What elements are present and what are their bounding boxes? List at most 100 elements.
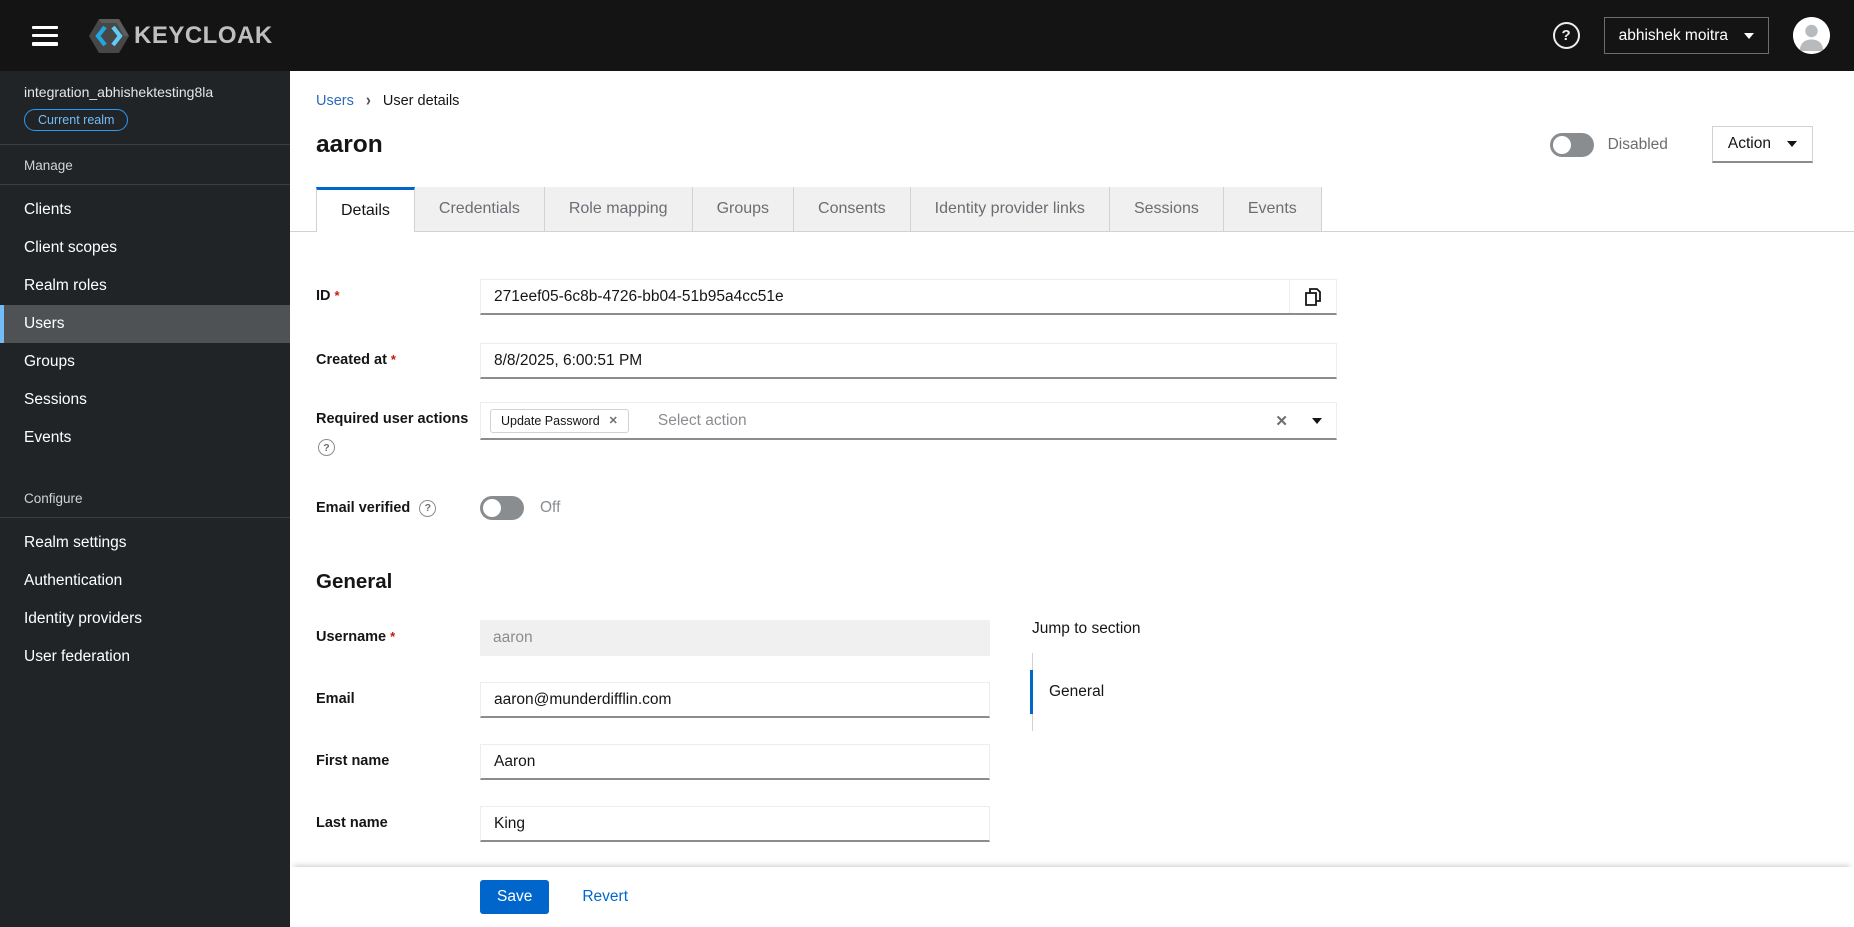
username-label: Username * (316, 629, 396, 645)
general-form: Username * aaron Email aaron@munderdiffli… (316, 620, 990, 904)
jump-nav: General (1030, 653, 1141, 731)
tab-credentials[interactable]: Credentials (414, 187, 545, 232)
chip-close-icon[interactable]: ✕ (609, 414, 618, 427)
manage-nav: Clients Client scopes Realm roles Users … (0, 185, 290, 459)
action-dropdown[interactable]: Action (1711, 126, 1813, 163)
tab-role-mapping[interactable]: Role mapping (544, 187, 693, 232)
revert-button[interactable]: Revert (582, 888, 628, 906)
sidebar-item-authentication[interactable]: Authentication (0, 562, 290, 600)
breadcrumb-current: User details (382, 92, 460, 109)
email-input[interactable]: aaron@munderdifflin.com (480, 682, 990, 718)
sidebar-item-identity-providers[interactable]: Identity providers (0, 600, 290, 638)
first-name-input[interactable]: Aaron (480, 744, 990, 780)
brand-name: KEYCLOAK (134, 21, 273, 49)
id-field-row: ID * 271eef05-6c8b-4726-bb04-51b95a4cc51e (316, 279, 1854, 315)
topbar: KEYCLOAK ? abhishek moitra (0, 0, 1854, 71)
sidebar-section-configure: Configure (24, 491, 83, 506)
help-icon[interactable]: ? (419, 499, 437, 517)
required-marker: * (334, 288, 340, 303)
details-form: ID * 271eef05-6c8b-4726-bb04-51b95a4cc51e… (290, 279, 1854, 520)
update-password-chip: Update Password ✕ (490, 408, 629, 433)
tab-identity-provider-links[interactable]: Identity provider links (910, 187, 1110, 232)
enabled-toggle[interactable] (1549, 132, 1594, 157)
id-value: 271eef05-6c8b-4726-bb04-51b95a4cc51e (494, 287, 784, 305)
username-row: Username * aaron (316, 620, 990, 656)
realm-block: integration_abhishektesting8la Current r… (0, 71, 290, 144)
sidebar-item-client-scopes[interactable]: Client scopes (0, 229, 290, 267)
user-menu-dropdown[interactable]: abhishek moitra (1603, 17, 1769, 54)
id-label: ID * (316, 288, 340, 304)
required-marker: * (390, 352, 396, 367)
save-button[interactable]: Save (480, 880, 550, 914)
chevron-down-icon[interactable] (1312, 417, 1322, 424)
last-name-row: Last name King (316, 806, 990, 842)
help-icon[interactable]: ? (1552, 22, 1580, 49)
last-name-input[interactable]: King (480, 806, 990, 842)
jump-to-section: Jump to section General (1030, 620, 1141, 904)
chevron-down-icon (1787, 141, 1797, 147)
hamburger-menu-icon[interactable] (32, 25, 58, 46)
enabled-toggle-label: Disabled (1607, 135, 1668, 153)
avatar[interactable] (1793, 17, 1830, 54)
email-verified-label: Email verified ? (316, 499, 480, 517)
sidebar-section-manage: Manage (24, 158, 73, 173)
page-title: aaron (316, 130, 383, 158)
last-name-label: Last name (316, 815, 388, 831)
realm-name: integration_abhishektesting8la (24, 84, 214, 100)
sidebar-item-clients[interactable]: Clients (0, 191, 290, 229)
required-user-actions-select[interactable]: Update Password ✕ Select action ✕ (480, 402, 1337, 440)
action-dropdown-label: Action (1727, 135, 1771, 152)
general-section: Username * aaron Email aaron@munderdiffli… (290, 620, 1854, 904)
tab-groups[interactable]: Groups (692, 187, 795, 232)
id-input[interactable]: 271eef05-6c8b-4726-bb04-51b95a4cc51e (480, 279, 1337, 315)
created-at-label: Created at * (316, 352, 396, 368)
chip-label: Update Password (501, 413, 600, 428)
current-realm-badge[interactable]: Current realm (24, 109, 129, 131)
keycloak-logo: KEYCLOAK (88, 18, 273, 54)
jump-to-section-heading: Jump to section (1032, 620, 1141, 637)
email-verified-toggle[interactable] (480, 496, 524, 520)
help-icon[interactable]: ? (318, 439, 335, 456)
chevron-down-icon (1744, 32, 1754, 39)
clear-selection-icon[interactable]: ✕ (1275, 412, 1288, 430)
first-name-row: First name Aaron (316, 744, 990, 780)
username-input: aaron (480, 620, 990, 656)
tab-consents[interactable]: Consents (794, 187, 911, 232)
topbar-right: ? abhishek moitra (1552, 17, 1830, 54)
first-name-label: First name (316, 753, 390, 769)
tab-bar-trail (1321, 187, 1854, 232)
copy-icon[interactable] (1289, 280, 1336, 313)
sidebar-item-realm-roles[interactable]: Realm roles (0, 267, 290, 305)
form-actions-footer: Save Revert (290, 867, 1854, 927)
select-action-placeholder: Select action (657, 411, 747, 429)
sidebar-item-users[interactable]: Users (0, 305, 290, 343)
sidebar: integration_abhishektesting8la Current r… (0, 71, 290, 927)
user-menu-label: abhishek moitra (1618, 26, 1728, 44)
email-row: Email aaron@munderdifflin.com (316, 682, 990, 718)
required-user-actions-row: Required user actions ? Update Password … (316, 402, 1854, 456)
configure-nav: Realm settings Authentication Identity p… (0, 518, 290, 678)
required-user-actions-label: Required user actions ? (316, 402, 480, 456)
general-section-heading: General (316, 570, 393, 593)
breadcrumb-chevron-icon: › (365, 90, 371, 111)
email-verified-state: Off (540, 499, 561, 516)
sidebar-item-sessions[interactable]: Sessions (0, 381, 290, 419)
sidebar-item-groups[interactable]: Groups (0, 343, 290, 381)
breadcrumb: Users › User details (290, 71, 1854, 111)
tab-events[interactable]: Events (1223, 187, 1322, 232)
created-at-value: 8/8/2025, 6:00:51 PM (494, 351, 643, 369)
jump-item-general[interactable]: General (1030, 670, 1141, 714)
tab-sessions[interactable]: Sessions (1109, 187, 1224, 232)
created-at-input[interactable]: 8/8/2025, 6:00:51 PM (480, 343, 1337, 379)
sidebar-item-events[interactable]: Events (0, 419, 290, 457)
sidebar-item-realm-settings[interactable]: Realm settings (0, 524, 290, 562)
email-verified-row: Email verified ? Off (316, 496, 1854, 520)
main-content: Users › User details aaron Disabled Acti… (290, 71, 1854, 927)
page-header: aaron Disabled Action (290, 126, 1854, 163)
breadcrumb-users-link[interactable]: Users (316, 93, 354, 109)
sidebar-item-user-federation[interactable]: User federation (0, 638, 290, 676)
keycloak-logo-icon (88, 18, 130, 54)
tab-details[interactable]: Details (316, 187, 415, 232)
tab-bar-lead (290, 187, 316, 232)
required-marker: * (390, 629, 396, 644)
